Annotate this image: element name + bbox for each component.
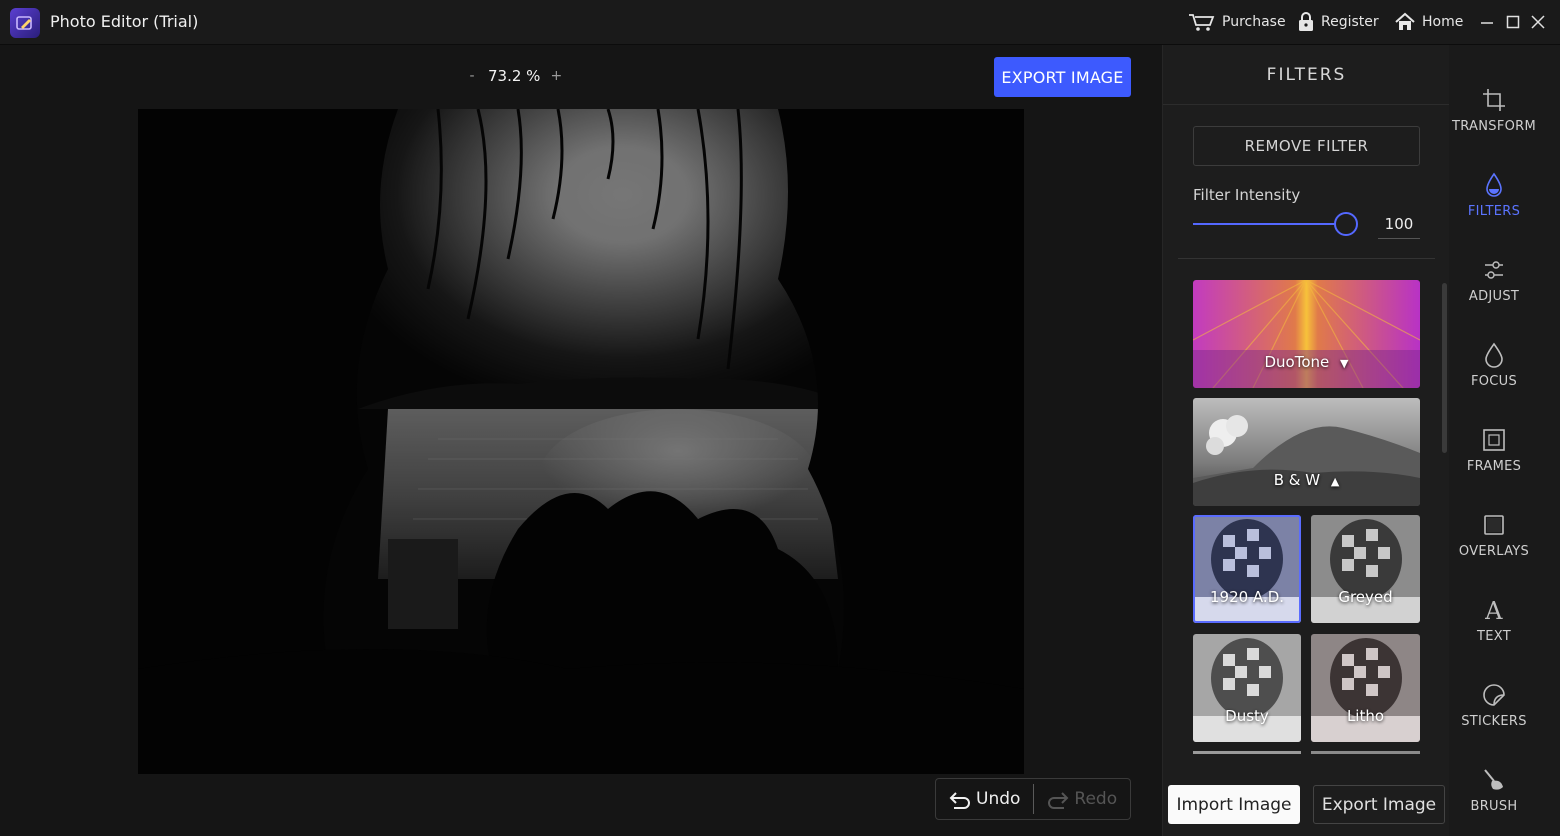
import-image-button[interactable]: Import Image (1168, 785, 1300, 824)
duotone-thumbnail (1193, 280, 1420, 388)
tool-stickers-label: STICKERS (1461, 713, 1527, 729)
undo-button[interactable]: Undo (936, 779, 1033, 819)
balloon-thumbnail (1193, 515, 1301, 623)
title-bar: Photo Editor (Trial) Purchase Register H… (0, 0, 1560, 45)
tool-filters[interactable]: FILTERS (1449, 155, 1539, 235)
minimize-button[interactable] (1476, 11, 1498, 33)
tool-overlays-label: OVERLAYS (1458, 543, 1530, 559)
next-thumbnail-edge (1193, 751, 1301, 754)
zoom-in-button[interactable]: + (550, 68, 563, 84)
zoom-out-button[interactable]: - (466, 68, 478, 84)
lake-sunset-photo (138, 109, 1024, 774)
app-title: Photo Editor (Trial) (50, 12, 199, 31)
tool-focus-label: FOCUS (1470, 373, 1518, 389)
bw-name: B & W (1273, 471, 1321, 489)
register-link[interactable]: Register (1297, 12, 1379, 32)
home-link[interactable]: Home (1394, 12, 1463, 32)
close-button[interactable] (1527, 11, 1549, 33)
svg-text:A: A (1484, 597, 1503, 623)
sliders-icon (1485, 260, 1503, 279)
undo-redo-group: Undo Redo (935, 778, 1131, 820)
tool-brush[interactable]: BRUSH (1449, 750, 1539, 830)
tool-adjust-label: ADJUST (1468, 288, 1520, 304)
filter-dusty[interactable]: Dusty (1193, 634, 1301, 742)
next-thumbnail-edge (1311, 751, 1420, 754)
tool-stickers[interactable]: STICKERS (1449, 665, 1539, 745)
purchase-link[interactable]: Purchase (1188, 12, 1286, 32)
crop-icon (1483, 88, 1505, 111)
filter-category-duotone[interactable]: DuoTone ▼ (1193, 280, 1420, 388)
bw-label: B & W ▲ (1193, 471, 1420, 489)
tool-filters-label: FILTERS (1467, 203, 1521, 219)
filter-category-bw[interactable]: B & W ▲ (1193, 398, 1420, 506)
filter-greyed-label: Greyed (1338, 588, 1393, 606)
export-image-button[interactable]: EXPORT IMAGE (994, 57, 1131, 97)
balloon-thumbnail (1311, 634, 1420, 742)
maximize-icon (1506, 15, 1520, 29)
tool-focus[interactable]: FOCUS (1449, 325, 1539, 405)
filter-dusty-label: Dusty (1225, 707, 1269, 725)
tool-transform-label: TRANSFORM (1452, 118, 1536, 134)
filter-intensity-thumb[interactable] (1334, 212, 1358, 236)
filter-1920-ad[interactable]: 1920 A.D. (1193, 515, 1301, 623)
close-icon (1531, 15, 1545, 29)
redo-icon (1048, 792, 1069, 809)
duotone-label: DuoTone ▼ (1193, 353, 1420, 371)
filter-drop-icon (1486, 172, 1502, 197)
bw-thumbnail (1193, 398, 1420, 506)
tool-frames[interactable]: FRAMES (1449, 410, 1539, 490)
filter-intensity-value[interactable]: 100 (1378, 209, 1420, 239)
minimize-icon (1481, 22, 1493, 24)
balloon-thumbnail (1193, 634, 1301, 742)
tool-frames-label: FRAMES (1466, 458, 1522, 474)
filters-scrollbar[interactable] (1442, 283, 1447, 453)
chevron-up-icon: ▲ (1330, 475, 1340, 488)
tool-overlays[interactable]: OVERLAYS (1449, 495, 1539, 575)
panel-title: FILTERS (1163, 45, 1450, 105)
drop-icon (1485, 342, 1503, 368)
canvas-workspace: - 73.2 % + EXPORT IMAGE Undo Redo (0, 45, 1162, 836)
export-image-bottom-button[interactable]: Export Image (1313, 785, 1445, 824)
filters-panel: FILTERS REMOVE FILTER Filter Intensity 1… (1162, 45, 1450, 836)
text-icon: A (1484, 597, 1503, 623)
photo-editor-window: Photo Editor (Trial) Purchase Register H… (0, 0, 1560, 836)
tool-rail: TRANSFORM FILTERS ADJUST FOCUS FRAMES OV… (1449, 45, 1560, 836)
undo-icon (949, 792, 970, 809)
chevron-down-icon: ▼ (1340, 357, 1349, 370)
sticker-icon (1483, 683, 1505, 706)
tool-text-label: TEXT (1477, 628, 1511, 644)
cart-icon (1189, 14, 1215, 31)
home-label: Home (1422, 14, 1464, 30)
register-label: Register (1321, 14, 1379, 30)
lock-icon (1299, 12, 1313, 31)
overlay-icon (1484, 514, 1504, 535)
zoom-level: 73.2 % (488, 67, 541, 85)
filter-litho[interactable]: Litho (1311, 634, 1420, 742)
filter-intensity-label: Filter Intensity (1193, 186, 1301, 204)
redo-button[interactable]: Redo (1034, 779, 1131, 819)
filter-litho-label: Litho (1346, 707, 1385, 725)
redo-label: Redo (1074, 789, 1118, 809)
home-icon (1395, 12, 1415, 30)
tool-brush-label: BRUSH (1470, 798, 1518, 814)
tool-transform[interactable]: TRANSFORM (1449, 70, 1539, 150)
brush-icon (1484, 768, 1503, 790)
purchase-label: Purchase (1222, 14, 1286, 30)
undo-label: Undo (976, 789, 1021, 809)
balloon-thumbnail (1311, 515, 1420, 623)
tool-text[interactable]: A TEXT (1449, 580, 1539, 660)
filter-intensity-track[interactable] (1193, 223, 1345, 225)
photo-canvas[interactable] (138, 109, 1024, 774)
tool-adjust[interactable]: ADJUST (1449, 240, 1539, 320)
filter-greyed[interactable]: Greyed (1311, 515, 1420, 623)
frame-icon (1483, 428, 1505, 451)
zoom-control: - 73.2 % + (466, 67, 562, 85)
remove-filter-button[interactable]: REMOVE FILTER (1193, 126, 1420, 166)
maximize-button[interactable] (1502, 11, 1524, 33)
filter-1920-ad-label: 1920 A.D. (1209, 588, 1285, 606)
duotone-name: DuoTone (1264, 353, 1330, 371)
app-logo-icon (10, 8, 40, 38)
panel-divider (1178, 258, 1435, 259)
